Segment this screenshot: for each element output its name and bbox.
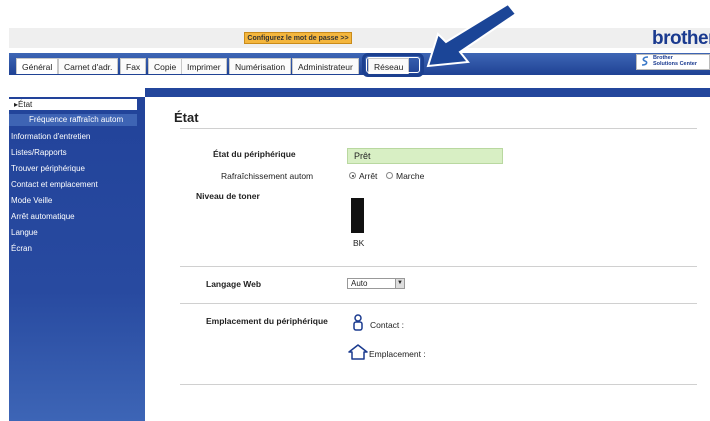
sidebar-item-lists-reports[interactable]: Listes/Rapports — [11, 148, 67, 157]
sidebar-item-maintenance-info[interactable]: Information d'entretien — [11, 132, 90, 141]
sidebar-item-etat[interactable]: ▸État — [9, 99, 137, 110]
sidebar-item-sleep-mode[interactable]: Mode Veille — [11, 196, 52, 205]
sidebar-item-refresh-frequency[interactable]: Fréquence raffraîch autom — [9, 114, 137, 126]
toner-color-label: BK — [353, 238, 365, 248]
refresh-on-radio[interactable] — [386, 172, 393, 179]
solutions-center-text: Brother Solutions Center — [653, 55, 697, 67]
tab-general[interactable]: Général — [16, 58, 59, 74]
divider — [180, 303, 697, 304]
tab-scan[interactable]: Numérisation — [229, 58, 292, 74]
dropdown-arrow-icon[interactable]: ▼ — [395, 279, 404, 288]
sidebar-item-contact-location[interactable]: Contact et emplacement — [11, 180, 98, 189]
web-language-label: Langage Web — [206, 279, 262, 289]
toner-bar-black — [351, 198, 364, 233]
house-icon — [348, 344, 368, 360]
sidebar-item-auto-power-off[interactable]: Arrêt automatique — [11, 212, 75, 221]
tab-print[interactable]: Imprimer — [181, 58, 227, 74]
content-area — [145, 97, 710, 421]
top-header-bar — [9, 28, 710, 48]
arrow-icon — [426, 2, 518, 68]
refresh-off-radio[interactable] — [349, 172, 356, 179]
tab-copy[interactable]: Copie — [148, 58, 183, 74]
tab-administrator[interactable]: Administrateur — [292, 58, 359, 74]
page-title: État — [174, 110, 199, 125]
tab-address-book[interactable]: Carnet d'adr. — [58, 58, 119, 74]
location-label: Emplacement : — [369, 349, 426, 359]
device-location-label: Emplacement du périphérique — [206, 316, 328, 326]
refresh-on-label: Marche — [396, 171, 425, 181]
refresh-label: Rafraîchissement autom — [221, 171, 314, 181]
divider — [180, 384, 697, 385]
brother-solutions-logo-icon — [641, 56, 649, 66]
toner-level-label: Niveau de toner — [196, 191, 260, 201]
device-status-value: Prêt — [347, 148, 503, 164]
brother-logo: brother — [652, 28, 710, 49]
refresh-off-label: Arrêt — [359, 171, 378, 181]
set-password-button[interactable]: Configurez le mot de passe >> — [244, 32, 352, 44]
solutions-line-2: Solutions Center — [653, 61, 698, 67]
contact-label: Contact : — [370, 320, 405, 330]
highlight-box-inner — [366, 57, 420, 73]
device-status-label: État du périphérique — [213, 149, 296, 159]
divider — [180, 128, 697, 129]
person-icon — [353, 314, 363, 331]
content-top-strip — [145, 88, 710, 97]
sidebar-item-language[interactable]: Langue — [11, 228, 38, 237]
sidebar — [9, 97, 145, 421]
sidebar-item-label: État — [18, 100, 33, 109]
tab-fax[interactable]: Fax — [120, 58, 147, 74]
sidebar-item-screen[interactable]: Écran — [11, 244, 32, 253]
divider — [180, 266, 697, 267]
sidebar-item-find-device[interactable]: Trouver périphérique — [11, 164, 85, 173]
